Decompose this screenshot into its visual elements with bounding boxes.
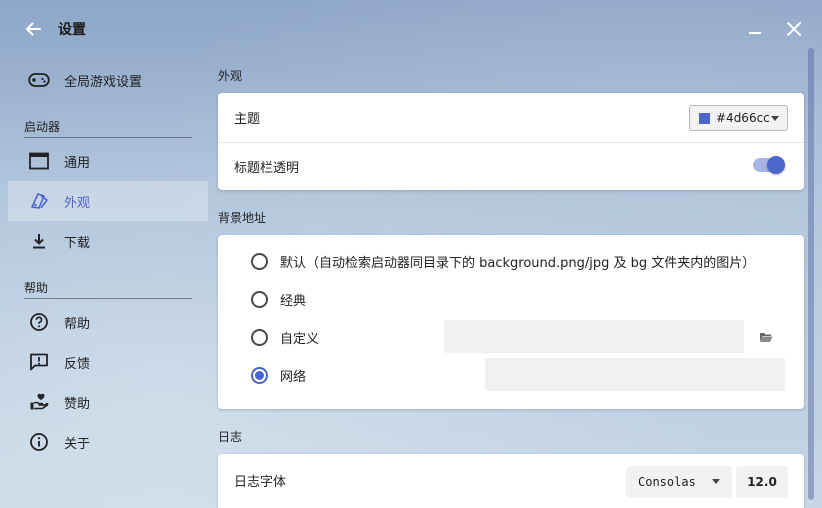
sidebar-item-label: 关于: [64, 436, 91, 452]
palette-icon: [28, 190, 50, 212]
feedback-icon: [28, 351, 50, 373]
log-font-row: 日志字体 Consolas 12.0: [218, 456, 804, 504]
radio-network[interactable]: [251, 366, 268, 384]
chevron-down-icon: [712, 479, 720, 484]
sidebar-item-label: 赞助: [64, 396, 91, 412]
log-card: 日志字体 Consolas 12.0: [218, 454, 804, 508]
sidebar-item-label: 反馈: [64, 356, 91, 372]
settings-content: 外观 主题 #4d66cc 标题栏透明 背景地址 默认（自动检索启动器同目录下的…: [218, 56, 804, 508]
title-bar: 设置: [0, 0, 822, 56]
theme-color-value: #4d66cc: [716, 111, 770, 125]
browse-folder-button[interactable]: [756, 327, 776, 347]
sidebar: 全局游戏设置 启动器 通用 外观 下载 帮助 帮助 反馈 赞助 关于: [8, 58, 208, 508]
sidebar-item-label: 下载: [64, 235, 91, 251]
section-head-launcher: 启动器: [24, 118, 192, 138]
sidebar-item-feedback[interactable]: 反馈: [8, 342, 208, 382]
sidebar-item-appearance[interactable]: 外观: [8, 181, 208, 221]
titlebar-transparent-toggle[interactable]: [753, 156, 785, 174]
minimize-icon: [749, 32, 761, 34]
close-button[interactable]: [781, 16, 807, 42]
background-card: 默认（自动检索启动器同目录下的 background.png/jpg 及 bg …: [218, 235, 804, 409]
sidebar-item-label: 全局游戏设置: [64, 74, 143, 90]
sidebar-item-download[interactable]: 下载: [8, 221, 208, 261]
info-circle-icon: [28, 431, 50, 453]
background-section-title: 背景地址: [218, 211, 267, 225]
custom-path-input[interactable]: [444, 320, 744, 353]
radio-default[interactable]: [251, 252, 268, 270]
network-url-input[interactable]: [485, 358, 785, 391]
theme-color-swatch: [699, 112, 710, 124]
titlebar-transparent-label: 标题栏透明: [234, 160, 300, 176]
radio-custom[interactable]: [251, 328, 268, 346]
hand-heart-icon: [28, 391, 50, 413]
radio-default-label: 默认（自动检索启动器同目录下的 background.png/jpg 及 bg …: [280, 255, 756, 271]
sidebar-item-sponsor[interactable]: 赞助: [8, 382, 208, 422]
radio-network-label: 网络: [280, 369, 307, 385]
log-font-size-input[interactable]: 12.0: [736, 466, 788, 498]
sidebar-item-label: 通用: [64, 155, 91, 171]
theme-row: 主题 #4d66cc: [218, 93, 804, 141]
chevron-down-icon: [771, 116, 779, 121]
background-option-classic[interactable]: 经典: [218, 280, 804, 318]
log-section-title: 日志: [218, 430, 243, 444]
appearance-section-title: 外观: [218, 69, 243, 83]
minimize-button[interactable]: [742, 16, 768, 42]
content-scrollbar[interactable]: [808, 48, 814, 500]
background-option-default[interactable]: 默认（自动检索启动器同目录下的 background.png/jpg 及 bg …: [218, 242, 804, 280]
titlebar-transparent-row: 标题栏透明: [218, 142, 804, 190]
back-button[interactable]: [20, 16, 46, 42]
sidebar-item-help[interactable]: 帮助: [8, 302, 208, 342]
sidebar-item-label: 帮助: [64, 316, 91, 332]
sidebar-item-general[interactable]: 通用: [8, 141, 208, 181]
folder-open-icon: [760, 333, 773, 342]
close-icon: [787, 22, 801, 36]
download-icon: [28, 230, 50, 252]
help-circle-icon: [28, 311, 50, 333]
radio-custom-label: 自定义: [280, 331, 320, 347]
log-font-value: Consolas: [638, 475, 696, 489]
toggle-knob: [767, 156, 785, 174]
log-font-label: 日志字体: [234, 474, 287, 490]
arrow-left-icon: [26, 22, 41, 36]
theme-color-select[interactable]: #4d66cc: [689, 105, 788, 131]
window-icon: [28, 150, 50, 172]
theme-label: 主题: [234, 111, 261, 127]
sidebar-item-label: 外观: [64, 195, 91, 211]
log-font-select[interactable]: Consolas: [626, 466, 732, 498]
radio-classic[interactable]: [251, 290, 268, 308]
gamepad-icon: [28, 69, 50, 91]
window-title: 设置: [58, 22, 86, 38]
appearance-card: 主题 #4d66cc 标题栏透明: [218, 93, 804, 190]
sidebar-item-about[interactable]: 关于: [8, 422, 208, 462]
sidebar-item-global-games[interactable]: 全局游戏设置: [8, 60, 208, 100]
section-head-help: 帮助: [24, 279, 192, 299]
radio-classic-label: 经典: [280, 293, 307, 309]
